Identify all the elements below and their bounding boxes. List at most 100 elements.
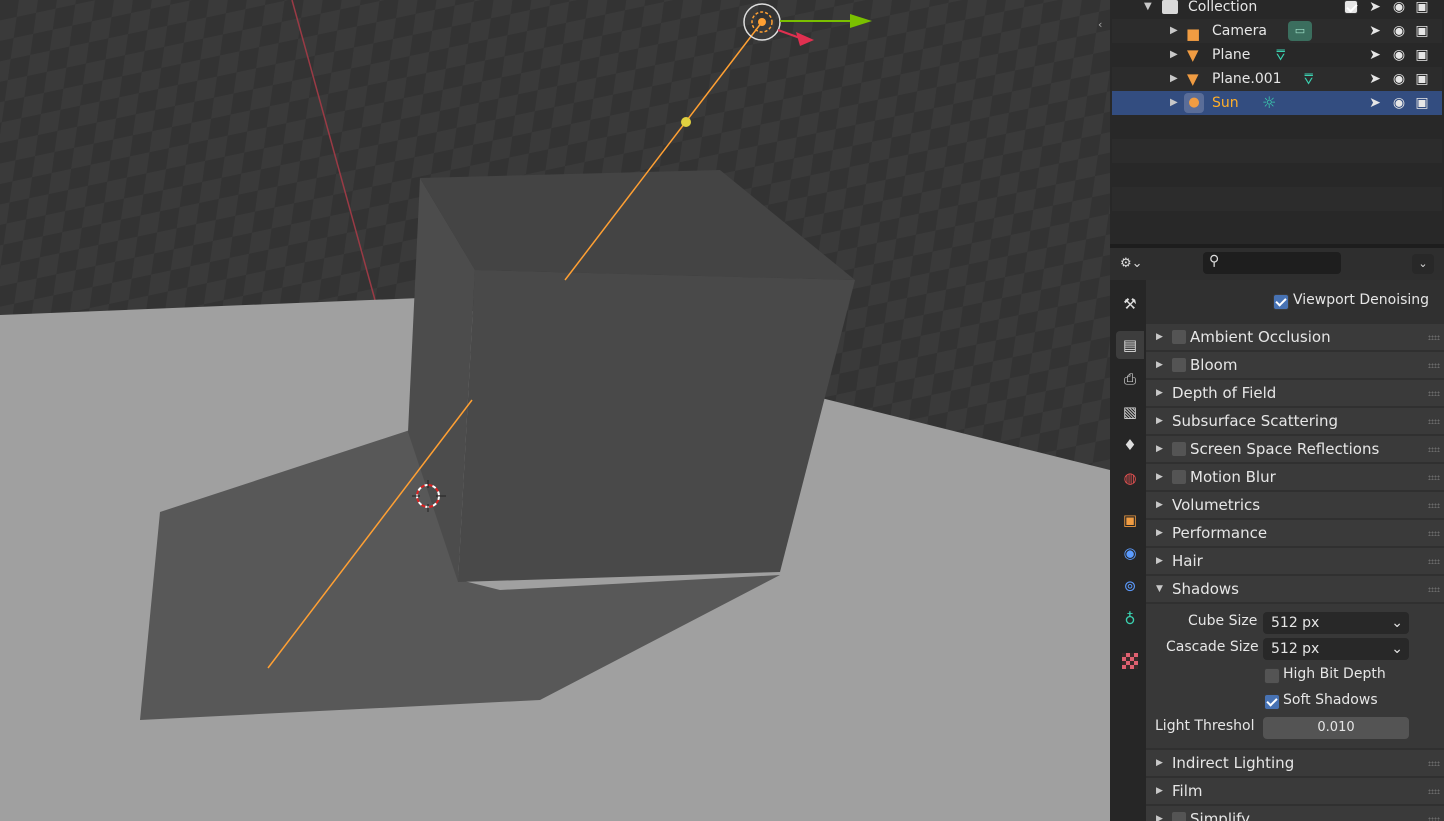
panel-screen-space-reflections[interactable]: ▶ Screen Space Reflections bbox=[1146, 436, 1444, 464]
drag-grip-icon[interactable] bbox=[1428, 789, 1440, 794]
eye-icon[interactable]: ◉ bbox=[1390, 91, 1408, 115]
drag-grip-icon[interactable] bbox=[1428, 559, 1440, 564]
outliner-row-collection[interactable]: ▼ Collection ➤ ◉ ▣ bbox=[1112, 0, 1442, 19]
tab-texture[interactable] bbox=[1116, 647, 1144, 675]
camera-render-icon[interactable]: ▣ bbox=[1413, 0, 1431, 19]
expand-triangle-icon[interactable]: ▶ bbox=[1156, 436, 1163, 462]
eye-icon[interactable]: ◉ bbox=[1390, 0, 1408, 19]
select-arrow-icon[interactable]: ➤ bbox=[1366, 43, 1384, 67]
tab-output[interactable]: ⎙ bbox=[1116, 365, 1144, 393]
drag-grip-icon[interactable] bbox=[1428, 419, 1440, 424]
viewport-denoising-checkbox[interactable] bbox=[1273, 294, 1289, 310]
panel-motion-blur[interactable]: ▶ Motion Blur bbox=[1146, 464, 1444, 492]
camera-render-icon[interactable]: ▣ bbox=[1413, 67, 1431, 91]
collapse-arrow-icon[interactable]: ‹ bbox=[1098, 18, 1102, 31]
tab-constraints[interactable]: ⊚ bbox=[1116, 572, 1144, 600]
viewport-denoising-label: Viewport Denoising bbox=[1293, 292, 1430, 308]
panel-shadows[interactable]: ▼ Shadows bbox=[1146, 576, 1444, 604]
search-input[interactable]: ⚲ bbox=[1203, 252, 1341, 274]
soft-shadows-checkbox[interactable] bbox=[1264, 694, 1280, 710]
bloom-checkbox[interactable] bbox=[1171, 357, 1187, 373]
drag-grip-icon[interactable] bbox=[1428, 761, 1440, 766]
high-bit-depth-checkbox[interactable] bbox=[1264, 668, 1280, 684]
tab-render[interactable]: ▤ bbox=[1116, 331, 1144, 359]
outliner-row-camera[interactable]: ▶ ■ Camera ▭ ➤ ◉ ▣ bbox=[1112, 19, 1442, 43]
expand-triangle-icon[interactable]: ▶ bbox=[1156, 520, 1163, 546]
drag-grip-icon[interactable] bbox=[1428, 391, 1440, 396]
expand-triangle-icon[interactable]: ▶ bbox=[1156, 324, 1163, 350]
drag-grip-icon[interactable] bbox=[1428, 817, 1440, 821]
camera-render-icon[interactable]: ▣ bbox=[1413, 91, 1431, 115]
eye-icon[interactable]: ◉ bbox=[1390, 67, 1408, 91]
camera-render-icon[interactable]: ▣ bbox=[1413, 19, 1431, 43]
options-chevron-down-icon[interactable]: ⌄ bbox=[1412, 254, 1434, 274]
expand-triangle-icon[interactable]: ▶ bbox=[1156, 750, 1163, 776]
panel-ambient-occlusion[interactable]: ▶ Ambient Occlusion bbox=[1146, 324, 1444, 352]
expand-triangle-icon[interactable]: ▶ bbox=[1170, 67, 1178, 91]
drag-grip-icon[interactable] bbox=[1428, 503, 1440, 508]
expand-triangle-icon[interactable]: ▶ bbox=[1156, 548, 1163, 574]
expand-triangle-icon[interactable]: ▶ bbox=[1156, 492, 1163, 518]
select-arrow-icon[interactable]: ➤ bbox=[1366, 0, 1384, 19]
select-arrow-icon[interactable]: ➤ bbox=[1366, 19, 1384, 43]
tab-object[interactable]: ▣ bbox=[1116, 506, 1144, 534]
drag-grip-icon[interactable] bbox=[1428, 363, 1440, 368]
expand-triangle-icon[interactable]: ▶ bbox=[1156, 408, 1163, 434]
drag-grip-icon[interactable] bbox=[1428, 447, 1440, 452]
select-arrow-icon[interactable]: ➤ bbox=[1366, 67, 1384, 91]
panel-simplify[interactable]: ▶ Simplify bbox=[1146, 806, 1444, 821]
camera-data-icon[interactable]: ▭ bbox=[1288, 21, 1312, 41]
expand-triangle-icon[interactable]: ▶ bbox=[1156, 806, 1163, 821]
drag-grip-icon[interactable] bbox=[1428, 531, 1440, 536]
outliner-row-sun[interactable]: ▶ ● Sun ☼ ➤ ◉ ▣ bbox=[1112, 91, 1442, 115]
expand-triangle-icon[interactable]: ▶ bbox=[1156, 778, 1163, 804]
expand-triangle-icon[interactable]: ▶ bbox=[1156, 352, 1163, 378]
expand-triangle-icon[interactable]: ▶ bbox=[1170, 43, 1178, 67]
panel-hair[interactable]: ▶ Hair bbox=[1146, 548, 1444, 576]
tab-scene[interactable]: ♦ bbox=[1116, 431, 1144, 459]
screen-space-reflections-checkbox[interactable] bbox=[1171, 441, 1187, 457]
eye-icon[interactable]: ◉ bbox=[1390, 19, 1408, 43]
expand-triangle-icon[interactable]: ▶ bbox=[1156, 464, 1163, 490]
panel-bloom[interactable]: ▶ Bloom bbox=[1146, 352, 1444, 380]
expand-triangle-icon[interactable]: ▶ bbox=[1170, 19, 1178, 43]
expand-triangle-icon[interactable]: ▼ bbox=[1144, 0, 1152, 19]
drag-grip-icon[interactable] bbox=[1428, 335, 1440, 340]
panel-performance[interactable]: ▶ Performance bbox=[1146, 520, 1444, 548]
outliner-item-label: Sun bbox=[1212, 95, 1239, 111]
select-arrow-icon[interactable]: ➤ bbox=[1366, 91, 1384, 115]
tab-view-layer[interactable]: ▧ bbox=[1116, 398, 1144, 426]
motion-blur-checkbox[interactable] bbox=[1171, 469, 1187, 485]
panel-depth-of-field[interactable]: ▶ Depth of Field bbox=[1146, 380, 1444, 408]
expand-triangle-icon[interactable]: ▶ bbox=[1156, 380, 1163, 406]
panel-indirect-lighting[interactable]: ▶ Indirect Lighting bbox=[1146, 750, 1444, 778]
drag-grip-icon[interactable] bbox=[1428, 475, 1440, 480]
panel-film[interactable]: ▶ Film bbox=[1146, 778, 1444, 806]
cube-size-dropdown[interactable]: 512 px ⌄ bbox=[1263, 612, 1409, 634]
sun-target-handle[interactable] bbox=[681, 117, 691, 127]
tab-world[interactable]: ◍ bbox=[1116, 464, 1144, 492]
panel-subsurface-scattering[interactable]: ▶ Subsurface Scattering bbox=[1146, 408, 1444, 436]
exclude-checkbox[interactable] bbox=[1344, 0, 1358, 14]
light-threshold-field[interactable]: 0.010 bbox=[1263, 717, 1409, 739]
tab-light-data[interactable]: ♁ bbox=[1116, 605, 1144, 633]
tab-tool[interactable]: ⚒ bbox=[1116, 290, 1144, 318]
eye-icon[interactable]: ◉ bbox=[1390, 43, 1408, 67]
sun-data-icon[interactable]: ☼ bbox=[1262, 91, 1276, 115]
outliner-row-plane[interactable]: ▶ ▼ Plane ⩢ ➤ ◉ ▣ bbox=[1112, 43, 1442, 67]
mesh-data-icon[interactable]: ⩢ bbox=[1304, 67, 1313, 91]
mesh-data-icon[interactable]: ⩢ bbox=[1276, 43, 1285, 67]
collapse-triangle-icon[interactable]: ▼ bbox=[1156, 576, 1163, 602]
editor-type-icon[interactable]: ⚙⌄ bbox=[1120, 254, 1154, 274]
camera-render-icon[interactable]: ▣ bbox=[1413, 43, 1431, 67]
3d-viewport[interactable] bbox=[0, 0, 1110, 821]
viewport-denoising-row[interactable]: Viewport Denoising bbox=[1146, 280, 1444, 310]
tab-physics[interactable]: ◉ bbox=[1116, 539, 1144, 567]
expand-triangle-icon[interactable]: ▶ bbox=[1170, 91, 1178, 115]
outliner-row-plane-001[interactable]: ▶ ▼ Plane.001 ⩢ ➤ ◉ ▣ bbox=[1112, 67, 1442, 91]
cascade-size-dropdown[interactable]: 512 px ⌄ bbox=[1263, 638, 1409, 660]
simplify-checkbox[interactable] bbox=[1171, 811, 1187, 821]
drag-grip-icon[interactable] bbox=[1428, 587, 1440, 592]
panel-volumetrics[interactable]: ▶ Volumetrics bbox=[1146, 492, 1444, 520]
ambient-occlusion-checkbox[interactable] bbox=[1171, 329, 1187, 345]
